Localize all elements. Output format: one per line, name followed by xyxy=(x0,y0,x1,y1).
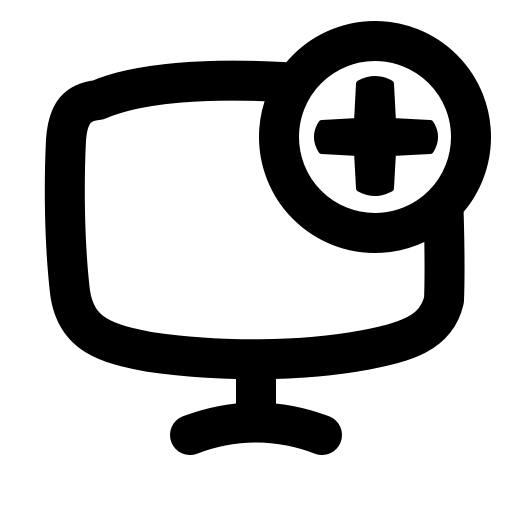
tv-add-icon xyxy=(44,21,491,455)
monitor-stand-base xyxy=(170,402,342,455)
tv-add-icon-canvas xyxy=(0,0,512,512)
